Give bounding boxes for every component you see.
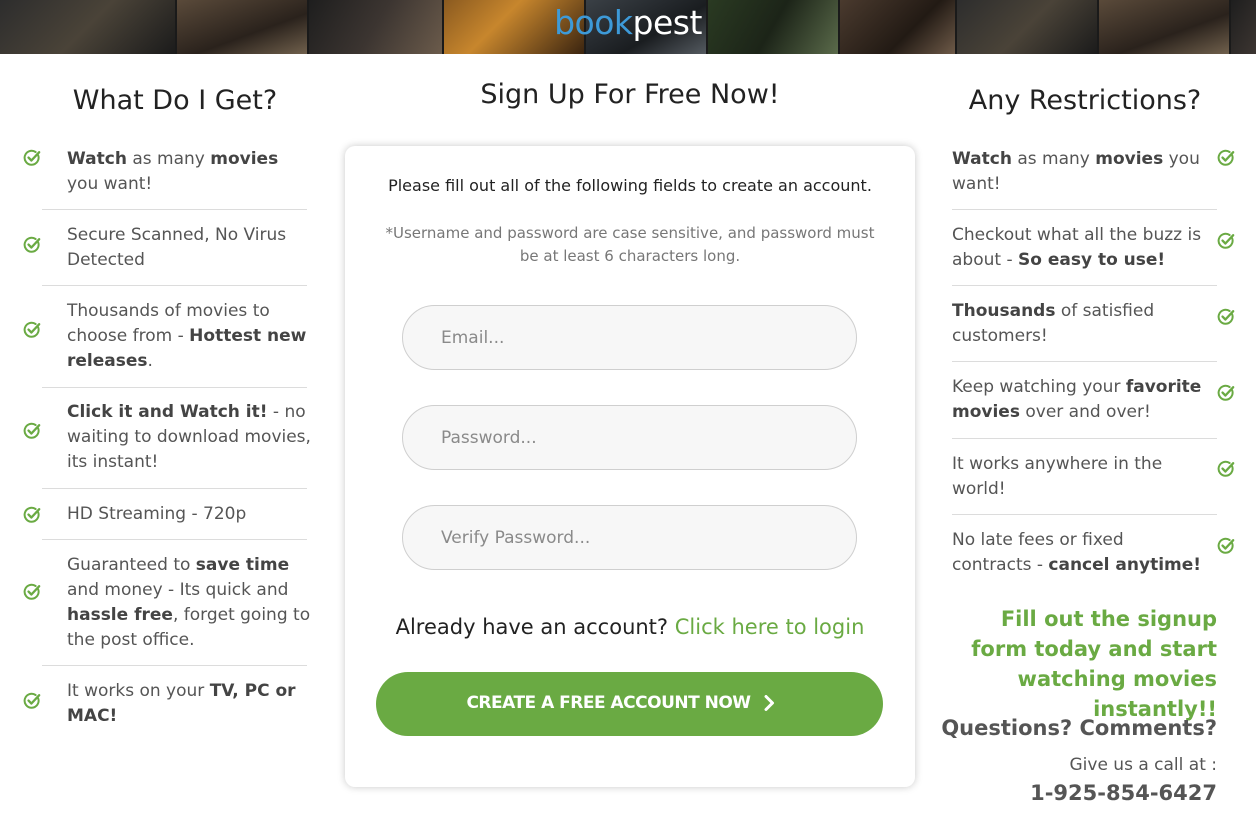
left-column-title: What Do I Get? — [72, 85, 278, 116]
left-feature-item: HD Streaming - 720p — [67, 502, 312, 527]
feature-text: So easy to use! — [1018, 250, 1166, 270]
logo-part-pest: pest — [632, 3, 703, 42]
right-feature-item: Watch as many movies you want! — [952, 147, 1202, 197]
feature-text: you want! — [67, 174, 153, 194]
check-circle-icon — [23, 506, 41, 524]
feature-text: and money - Its quick and — [67, 580, 289, 600]
bookpest-logo[interactable]: bookpest — [0, 1, 1256, 45]
left-feature-item: Click it and Watch it! - no waiting to d… — [67, 400, 312, 475]
feature-divider — [952, 438, 1217, 439]
check-circle-icon — [23, 149, 41, 167]
feature-divider — [42, 209, 307, 210]
create-account-button[interactable]: CREATE A FREE ACCOUNT NOW — [376, 672, 883, 736]
left-feature-item: Guaranteed to save time and money - Its … — [67, 553, 312, 653]
right-feature-item: Checkout what all the buzz is about - So… — [952, 223, 1202, 273]
check-circle-icon — [23, 692, 41, 710]
feature-text: hassle free — [67, 605, 173, 625]
check-circle-icon — [1217, 537, 1235, 555]
check-circle-icon — [1217, 308, 1235, 326]
feature-text: . — [147, 351, 153, 371]
check-circle-icon — [23, 422, 41, 440]
feature-text: Secure Scanned, No Virus Detected — [67, 225, 287, 270]
feature-text: Watch — [67, 149, 127, 169]
check-circle-icon — [1217, 232, 1235, 250]
signup-promo: Fill out the signup form today and start… — [971, 607, 1217, 721]
login-link[interactable]: Click here to login — [675, 615, 865, 639]
feature-text: save time — [195, 555, 290, 575]
logo-part-book: book — [554, 3, 633, 42]
feature-text: It works anywhere in the world! — [952, 454, 1163, 499]
feature-text: cancel anytime! — [1048, 555, 1202, 575]
signup-card: Please fill out all of the following fie… — [345, 146, 915, 787]
call-us-label: Give us a call at : — [1069, 755, 1217, 775]
feature-divider — [42, 539, 307, 540]
check-circle-icon — [23, 236, 41, 254]
password-field[interactable] — [402, 405, 857, 470]
left-feature-item: Watch as many movies you want! — [67, 147, 312, 197]
verify-password-field[interactable] — [402, 505, 857, 570]
feature-divider — [42, 665, 307, 666]
feature-divider — [952, 361, 1217, 362]
feature-divider — [42, 387, 307, 388]
right-feature-item: Thousands of satisfied customers! — [952, 299, 1202, 349]
phone-number[interactable]: 1-925-854-6427 — [940, 781, 1217, 805]
feature-text: Watch — [952, 149, 1012, 169]
login-prompt-text: Already have an account? — [395, 615, 675, 639]
feature-text: over and over! — [1019, 402, 1151, 422]
header-banner: bookpest — [0, 0, 1256, 54]
chevron-right-icon — [764, 695, 774, 711]
email-field[interactable] — [402, 305, 857, 370]
check-circle-icon — [1217, 460, 1235, 478]
feature-text: Click it and Watch it! — [67, 402, 268, 422]
feature-text: Guaranteed to — [67, 555, 196, 575]
feature-text: It works on your — [67, 681, 210, 701]
check-circle-icon — [23, 321, 41, 339]
feature-divider — [952, 514, 1217, 515]
right-feature-item: No late fees or fixed contracts - cancel… — [952, 528, 1202, 578]
feature-text: as many — [126, 149, 211, 169]
check-circle-icon — [1217, 149, 1235, 167]
left-feature-item: Secure Scanned, No Virus Detected — [67, 223, 312, 273]
right-column-title: Any Restrictions? — [968, 85, 1202, 116]
feature-text: Thousands — [952, 301, 1056, 321]
feature-text: Keep watching your — [952, 377, 1126, 397]
check-circle-icon — [23, 583, 41, 601]
check-circle-icon — [1217, 384, 1235, 402]
login-prompt: Already have an account? Click here to l… — [345, 615, 915, 639]
right-feature-item: Keep watching your favorite movies over … — [952, 375, 1202, 425]
feature-divider — [42, 285, 307, 286]
feature-text: HD Streaming - 720p — [67, 504, 247, 524]
form-instructions: Please fill out all of the following fie… — [388, 176, 872, 195]
feature-divider — [952, 209, 1217, 210]
left-feature-item: It works on your TV, PC or MAC! — [67, 679, 312, 729]
feature-divider — [952, 285, 1217, 286]
feature-divider — [42, 488, 307, 489]
password-note: *Username and password are case sensitiv… — [385, 224, 875, 265]
feature-text: movies — [210, 149, 279, 169]
questions-heading: Questions? Comments? — [941, 716, 1217, 740]
left-feature-item: Thousands of movies to choose from - Hot… — [67, 299, 312, 374]
feature-text: movies — [1095, 149, 1164, 169]
signup-title: Sign Up For Free Now! — [480, 79, 780, 110]
feature-text: as many — [1011, 149, 1096, 169]
right-feature-item: It works anywhere in the world! — [952, 452, 1202, 502]
